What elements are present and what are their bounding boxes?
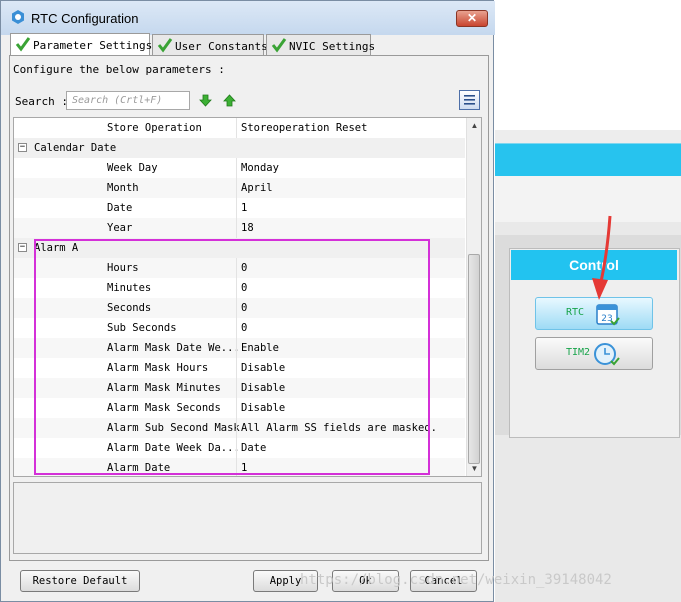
app-icon [12,10,24,24]
collapse-toggle-icon[interactable]: − [18,243,27,252]
parameter-name: Store Operation [107,122,202,134]
scroll-thumb[interactable] [468,254,480,464]
parameter-name: Month [107,182,139,194]
highlight-box [34,239,430,475]
table-row[interactable]: Year 18 [14,218,465,238]
tab-label: User Constants [175,40,268,53]
tab-nvic-settings[interactable]: NVIC Settings [266,34,375,55]
parameter-value[interactable]: 18 [241,222,254,234]
scroll-down-arrow[interactable]: ▼ [470,464,479,473]
column-divider [236,218,237,238]
check-icon [157,38,173,53]
table-row[interactable]: Date 1 [14,198,465,218]
tab-parameter-settings[interactable]: Parameter Settings [10,33,153,56]
group-name: Calendar Date [34,142,117,154]
instructions-text: Configure the below parameters : [13,63,225,76]
column-divider [236,118,237,138]
column-divider [236,198,237,218]
tab-label: NVIC Settings [289,40,376,53]
background-header-bar [495,143,681,178]
scroll-up-arrow[interactable]: ▲ [470,121,479,130]
calendar-icon: 23 [596,304,620,326]
dialog-title: RTC Configuration [31,11,139,26]
search-input[interactable]: Search (Crtl+F) [66,91,190,110]
column-divider [236,158,237,178]
vertical-scrollbar[interactable]: ▲ ▼ [466,118,481,476]
tim2-button-label: TIM2 [566,347,591,358]
check-icon [15,37,31,52]
title-bar[interactable]: RTC Configuration ✕ [1,1,495,35]
annotation-arrow [592,215,612,300]
parameter-value[interactable]: Monday [241,162,279,174]
table-row[interactable]: Store Operation Storeoperation Reset [14,118,465,138]
tab-user-constants[interactable]: User Constants [152,34,268,55]
parameter-value[interactable]: April [241,182,273,194]
search-label: Search : [15,95,68,108]
rtc-button-label: RTC [566,307,585,318]
restore-default-button[interactable]: Restore Default [20,570,140,592]
svg-text:23: 23 [601,314,612,324]
parameter-name: Date [107,202,133,214]
list-view-icon[interactable] [459,90,480,110]
table-row[interactable]: Week Day Monday [14,158,465,178]
watermark: https://blog.csdn.net/weixin_39148042 [300,572,612,588]
clock-icon [594,343,620,366]
parameter-name: Year [107,222,133,234]
rtc-configuration-dialog: RTC Configuration ✕ Parameter Settings U… [0,0,495,602]
group-row[interactable]: − Calendar Date [14,138,465,158]
parameter-value[interactable]: Storeoperation Reset [241,122,367,134]
parameter-value[interactable]: 1 [241,202,247,214]
arrow-up-icon[interactable] [223,94,236,107]
description-box [13,482,482,554]
column-divider [236,178,237,198]
table-row[interactable]: Month April [14,178,465,198]
parameter-name: Week Day [107,162,158,174]
tim2-button[interactable]: TIM2 [535,337,653,370]
collapse-toggle-icon[interactable]: − [18,143,27,152]
check-icon [271,38,287,53]
close-button[interactable]: ✕ [456,10,488,27]
tab-label: Parameter Settings [33,39,153,52]
arrow-down-icon[interactable] [199,94,212,107]
